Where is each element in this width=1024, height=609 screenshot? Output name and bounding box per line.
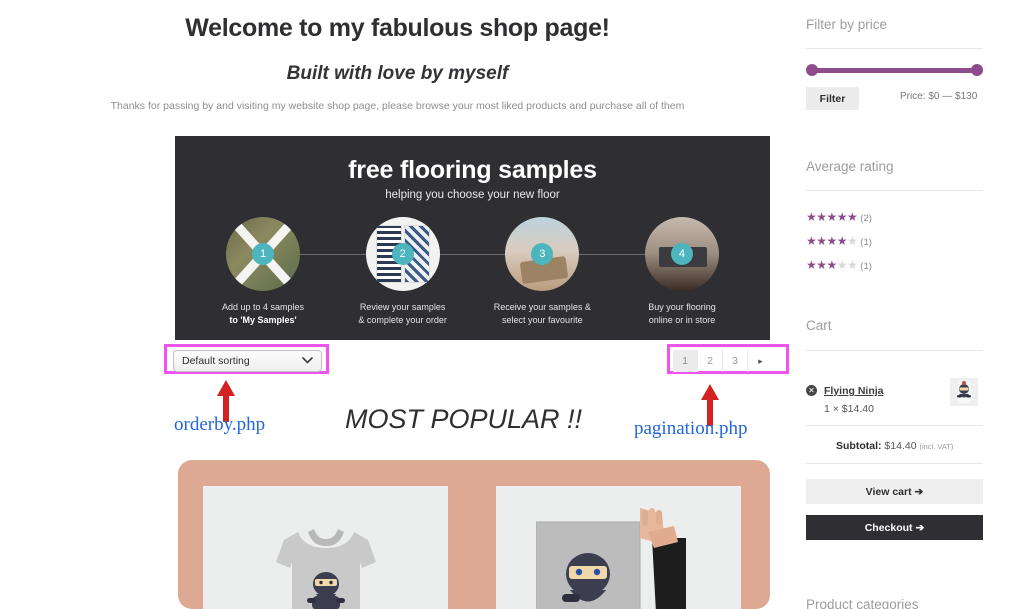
price-slider-handle-min[interactable] xyxy=(806,64,818,76)
price-range-slider[interactable] xyxy=(806,64,983,76)
pagination-highlight-box: 1 2 3 ▸ xyxy=(667,344,789,374)
product-card-tshirt[interactable] xyxy=(203,486,448,609)
pagination-next-icon[interactable]: ▸ xyxy=(748,350,773,372)
cart-subtotal-vat-note: (incl. VAT) xyxy=(919,442,954,451)
step-4-photo: 4 xyxy=(644,217,719,291)
rating-filter-5-star[interactable]: ★★★★★ (2) xyxy=(806,211,872,224)
average-rating-heading: Average rating xyxy=(806,159,894,174)
rating-5-count: (2) xyxy=(860,213,872,224)
filter-price-divider xyxy=(806,48,983,49)
banner-step-1: 1 Add up to 4 samples to 'My Samples' xyxy=(207,217,319,327)
shop-page: Welcome to my fabulous shop page! Built … xyxy=(0,0,1024,609)
remove-item-icon[interactable]: ✕ xyxy=(806,385,817,396)
checkout-button[interactable]: Checkout ➔ xyxy=(806,515,983,540)
step-4-line1: Buy your flooring xyxy=(648,302,716,312)
orderby-annotation-label: orderby.php xyxy=(174,414,266,435)
cart-heading: Cart xyxy=(806,318,832,333)
filter-by-price-heading: Filter by price xyxy=(806,17,888,32)
ninja-tshirt-image xyxy=(275,529,376,609)
step-1-label: Add up to 4 samples to 'My Samples' xyxy=(207,301,319,327)
pagination-annotation-label: pagination.php xyxy=(634,418,748,439)
promo-banner[interactable]: free flooring samples helping you choose… xyxy=(175,136,770,340)
cart-subtotal-value: $14.40 xyxy=(884,440,917,452)
page-subtitle: Built with love by myself xyxy=(286,63,509,84)
rating-filter-4-star[interactable]: ★★★★★ (1) xyxy=(806,235,872,248)
banner-step-3: 3 Receive your samples & select your fav… xyxy=(486,217,598,327)
product-grid xyxy=(178,460,770,609)
cart-item-thumbnail[interactable] xyxy=(950,378,978,406)
banner-step-2: 2 Review your samples & complete your or… xyxy=(347,217,459,327)
star-empty-icon: ★★ xyxy=(836,258,858,272)
orderby-selected-label: Default sorting xyxy=(182,355,250,367)
product-categories-heading: Product categories xyxy=(806,597,919,609)
pagination-page-2[interactable]: 2 xyxy=(698,350,723,372)
step-1-line2: to 'My Samples' xyxy=(229,315,297,326)
price-range-text: Price: $0 — $130 xyxy=(900,91,978,102)
cart-item-qty-price: 1 × $14.40 xyxy=(824,403,874,415)
cart-line-item: ✕ Flying Ninja 1 × $14.40 xyxy=(806,381,884,415)
step-2-line1: Review your samples xyxy=(359,302,446,312)
orderby-highlight-box: Default sorting xyxy=(164,344,329,374)
star-icon: ★★★ xyxy=(806,258,837,272)
rating-filter-3-star[interactable]: ★★★★★ (1) xyxy=(806,259,872,272)
step-1-number: 1 xyxy=(252,243,274,265)
page-description: Thanks for passing by and visiting my we… xyxy=(110,100,685,112)
step-3-line2: select your favourite xyxy=(502,315,583,326)
step-3-label: Receive your samples & select your favou… xyxy=(486,301,598,327)
average-rating-divider xyxy=(806,190,983,191)
page-title: Welcome to my fabulous shop page! xyxy=(185,14,610,42)
step-1-line1: Add up to 4 samples xyxy=(221,302,305,312)
star-empty-icon: ★ xyxy=(847,234,858,248)
cart-subtotal-label: Subtotal: xyxy=(836,440,882,452)
step-1-photo: 1 xyxy=(226,217,300,291)
banner-step-4: 4 Buy your flooring online or in store xyxy=(626,217,738,327)
step-2-line2: & complete your order xyxy=(358,315,447,326)
step-2-label: Review your samples & complete your orde… xyxy=(347,301,459,327)
step-4-number: 4 xyxy=(670,243,693,265)
product-card-poster[interactable] xyxy=(496,486,741,609)
cart-divider-mid xyxy=(806,425,983,426)
step-4-line2: online or in store xyxy=(648,315,716,326)
step-2-number: 2 xyxy=(391,243,414,265)
price-slider-handle-max[interactable] xyxy=(971,64,983,76)
cart-item-name-link[interactable]: Flying Ninja xyxy=(824,385,884,397)
star-icon: ★★★★★ xyxy=(806,210,858,224)
filter-button[interactable]: Filter xyxy=(806,87,859,110)
step-3-number: 3 xyxy=(531,243,554,265)
ninja-poster-image xyxy=(536,508,686,609)
banner-steps: 1 Add up to 4 samples to 'My Samples' 2 … xyxy=(207,217,738,327)
chevron-down-icon xyxy=(302,356,313,367)
pagination-page-1[interactable]: 1 xyxy=(673,350,698,372)
step-4-label: Buy your flooring online or in store xyxy=(626,301,738,327)
step-3-photo: 3 xyxy=(505,217,580,291)
cart-subtotal: Subtotal: $14.40 (incl. VAT) xyxy=(836,440,953,452)
pagination[interactable]: 1 2 3 ▸ xyxy=(673,350,773,372)
cart-divider-bottom xyxy=(806,463,983,464)
step-3-line1: Receive your samples & xyxy=(493,302,591,312)
banner-title: free flooring samples xyxy=(348,156,597,184)
price-slider-track xyxy=(811,68,978,73)
pagination-page-3[interactable]: 3 xyxy=(723,350,748,372)
star-icon: ★★★★ xyxy=(806,234,848,248)
view-cart-button[interactable]: View cart ➔ xyxy=(806,479,983,504)
step-2-photo: 2 xyxy=(365,217,440,291)
banner-subtitle: helping you choose your new floor xyxy=(385,189,560,201)
most-popular-heading: MOST POPULAR !! xyxy=(345,404,583,434)
orderby-select[interactable]: Default sorting xyxy=(173,350,322,372)
rating-3-count: (1) xyxy=(860,261,872,272)
main-content: Welcome to my fabulous shop page! Built … xyxy=(0,0,795,609)
rating-4-count: (1) xyxy=(860,237,872,248)
cart-divider-top xyxy=(806,350,983,351)
steps-connector-line xyxy=(275,254,670,255)
